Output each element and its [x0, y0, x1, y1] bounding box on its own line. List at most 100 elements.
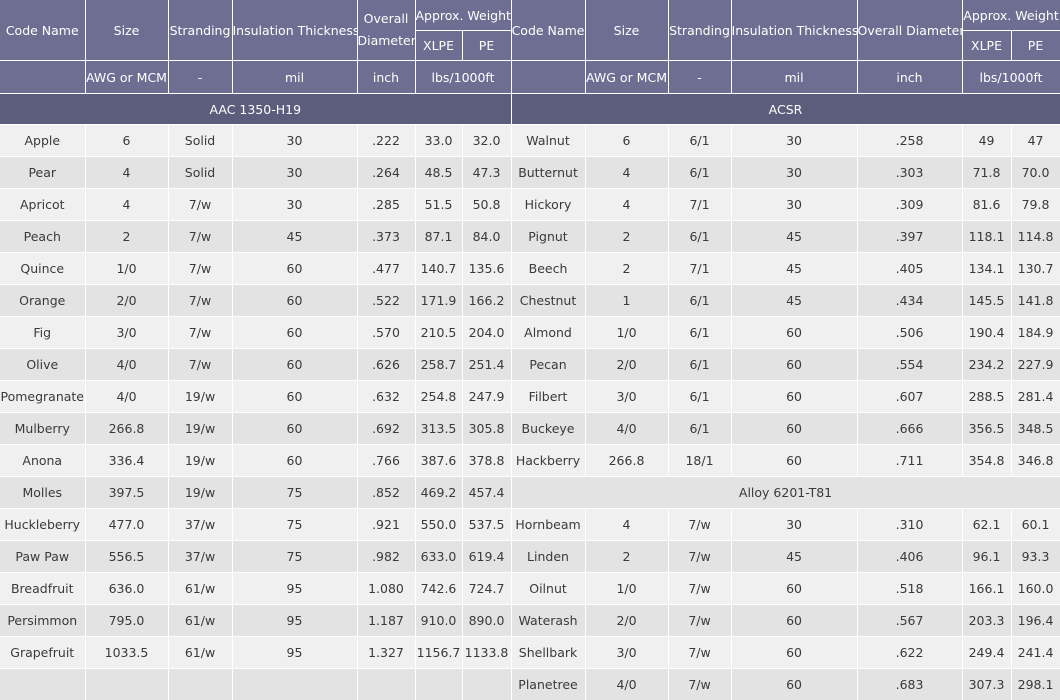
cell-right-ins: 30 [731, 157, 857, 189]
cell-left-dia: .626 [357, 349, 415, 381]
cell-left-strand: 19/w [168, 477, 232, 509]
cell-right-pe: 141.8 [1011, 285, 1060, 317]
cell-right-size: 1/0 [585, 317, 668, 349]
cell-right-strand: 7/w [668, 637, 731, 669]
unit-weight-right: lbs/1000ft [962, 61, 1060, 94]
cell-left-code: Fig [0, 317, 85, 349]
cell-right-code: Pignut [511, 221, 585, 253]
cell-left-pe: 204.0 [462, 317, 511, 349]
cell-right-ins: 60 [731, 381, 857, 413]
cell-right-xlpe: 307.3 [962, 669, 1011, 700]
cell-right-code: Filbert [511, 381, 585, 413]
cell-left-ins: 60 [232, 445, 357, 477]
spec-table-container: Code Name Size Stranding Insulation Thic… [0, 0, 1060, 683]
cell-right-pe: 281.4 [1011, 381, 1060, 413]
header-size-left: Size [85, 0, 168, 61]
table-row: Pomegranate4/019/w60.632254.8247.9Filber… [0, 381, 1060, 413]
header-weight-right: Approx. Weight [962, 0, 1060, 31]
table-row: Fig3/07/w60.570210.5204.0Almond1/06/160.… [0, 317, 1060, 349]
cell-right-pe: 93.3 [1011, 541, 1060, 573]
cell-left-strand: Solid [168, 157, 232, 189]
cell-left-pe: 724.7 [462, 573, 511, 605]
cell-right-strand: 6/1 [668, 157, 731, 189]
unit-weight-left: lbs/1000ft [415, 61, 511, 94]
table-row: Apple6Solid30.22233.032.0Walnut66/130.25… [0, 125, 1060, 157]
cell-left-strand: 19/w [168, 381, 232, 413]
table-row: Breadfruit636.061/w951.080742.6724.7Oiln… [0, 573, 1060, 605]
cell-right-dia: .554 [857, 349, 962, 381]
table-row: Grapefruit1033.561/w951.3271156.71133.8S… [0, 637, 1060, 669]
cell-right-dia: .405 [857, 253, 962, 285]
header-diameter-right: Overall Diameter [857, 0, 962, 61]
cell-left-code: Orange [0, 285, 85, 317]
cell-left-blank [0, 669, 85, 700]
cell-left-dia: .570 [357, 317, 415, 349]
table-row: Mulberry266.819/w60.692313.5305.8Buckeye… [0, 413, 1060, 445]
header-stranding-right: Stranding [668, 0, 731, 61]
cell-right-ins: 45 [731, 221, 857, 253]
cell-right-strand: 7/w [668, 669, 731, 700]
cell-right-ins: 60 [731, 669, 857, 700]
cell-right-pe: 47 [1011, 125, 1060, 157]
cell-right-size: 1 [585, 285, 668, 317]
cell-left-ins: 30 [232, 189, 357, 221]
unit-blank-left [0, 61, 85, 94]
header-diameter-left-text: Overall Diameter [358, 11, 416, 48]
cell-left-code: Peach [0, 221, 85, 253]
cell-right-xlpe: 354.8 [962, 445, 1011, 477]
header-diameter-left: Overall Diameter [357, 0, 415, 61]
cell-left-code: Apple [0, 125, 85, 157]
cell-right-code: Hackberry [511, 445, 585, 477]
cell-left-size: 4 [85, 157, 168, 189]
cell-left-xlpe: 910.0 [415, 605, 462, 637]
cell-left-strand: 19/w [168, 445, 232, 477]
cell-right-xlpe: 71.8 [962, 157, 1011, 189]
cell-right-pe: 184.9 [1011, 317, 1060, 349]
cell-right-ins: 30 [731, 189, 857, 221]
cell-left-size: 1/0 [85, 253, 168, 285]
cell-left-size: 4/0 [85, 349, 168, 381]
cell-left-strand: 61/w [168, 637, 232, 669]
cell-left-pe: 84.0 [462, 221, 511, 253]
cell-left-size: 397.5 [85, 477, 168, 509]
cell-left-xlpe: 742.6 [415, 573, 462, 605]
cell-right-size: 2 [585, 541, 668, 573]
cell-left-dia: .285 [357, 189, 415, 221]
cell-left-blank [85, 669, 168, 700]
unit-size-left: AWG or MCM [85, 61, 168, 94]
cell-right-size: 2 [585, 253, 668, 285]
cell-left-pe: 166.2 [462, 285, 511, 317]
cell-right-size: 6 [585, 125, 668, 157]
unit-stranding-right: - [668, 61, 731, 94]
table-row: Molles397.519/w75.852469.2457.4Alloy 620… [0, 477, 1060, 509]
section-title-acsr: ACSR [511, 94, 1060, 125]
cell-right-size: 266.8 [585, 445, 668, 477]
cell-right-code: Waterash [511, 605, 585, 637]
cell-right-pe: 241.4 [1011, 637, 1060, 669]
cell-right-code: Hornbeam [511, 509, 585, 541]
cell-left-ins: 30 [232, 157, 357, 189]
cell-left-pe: 890.0 [462, 605, 511, 637]
cell-right-size: 4 [585, 189, 668, 221]
header-code-name-left: Code Name [0, 0, 85, 61]
cell-left-pe: 135.6 [462, 253, 511, 285]
cell-left-xlpe: 48.5 [415, 157, 462, 189]
table-row: Orange2/07/w60.522171.9166.2Chestnut16/1… [0, 285, 1060, 317]
unit-diameter-left: inch [357, 61, 415, 94]
cell-left-size: 4/0 [85, 381, 168, 413]
cell-left-xlpe: 140.7 [415, 253, 462, 285]
cell-left-ins: 75 [232, 477, 357, 509]
header-insulation-left: Insulation Thickness [232, 0, 357, 61]
unit-stranding-left: - [168, 61, 232, 94]
cell-right-xlpe: 134.1 [962, 253, 1011, 285]
cell-left-code: Anona [0, 445, 85, 477]
cell-right-dia: .506 [857, 317, 962, 349]
cell-left-pe: 305.8 [462, 413, 511, 445]
cell-left-ins: 60 [232, 349, 357, 381]
section-title-aac: AAC 1350-H19 [0, 94, 511, 125]
cell-left-xlpe: 550.0 [415, 509, 462, 541]
cell-right-size: 2 [585, 221, 668, 253]
cell-right-pe: 346.8 [1011, 445, 1060, 477]
cell-left-dia: .264 [357, 157, 415, 189]
cell-left-dia: .766 [357, 445, 415, 477]
